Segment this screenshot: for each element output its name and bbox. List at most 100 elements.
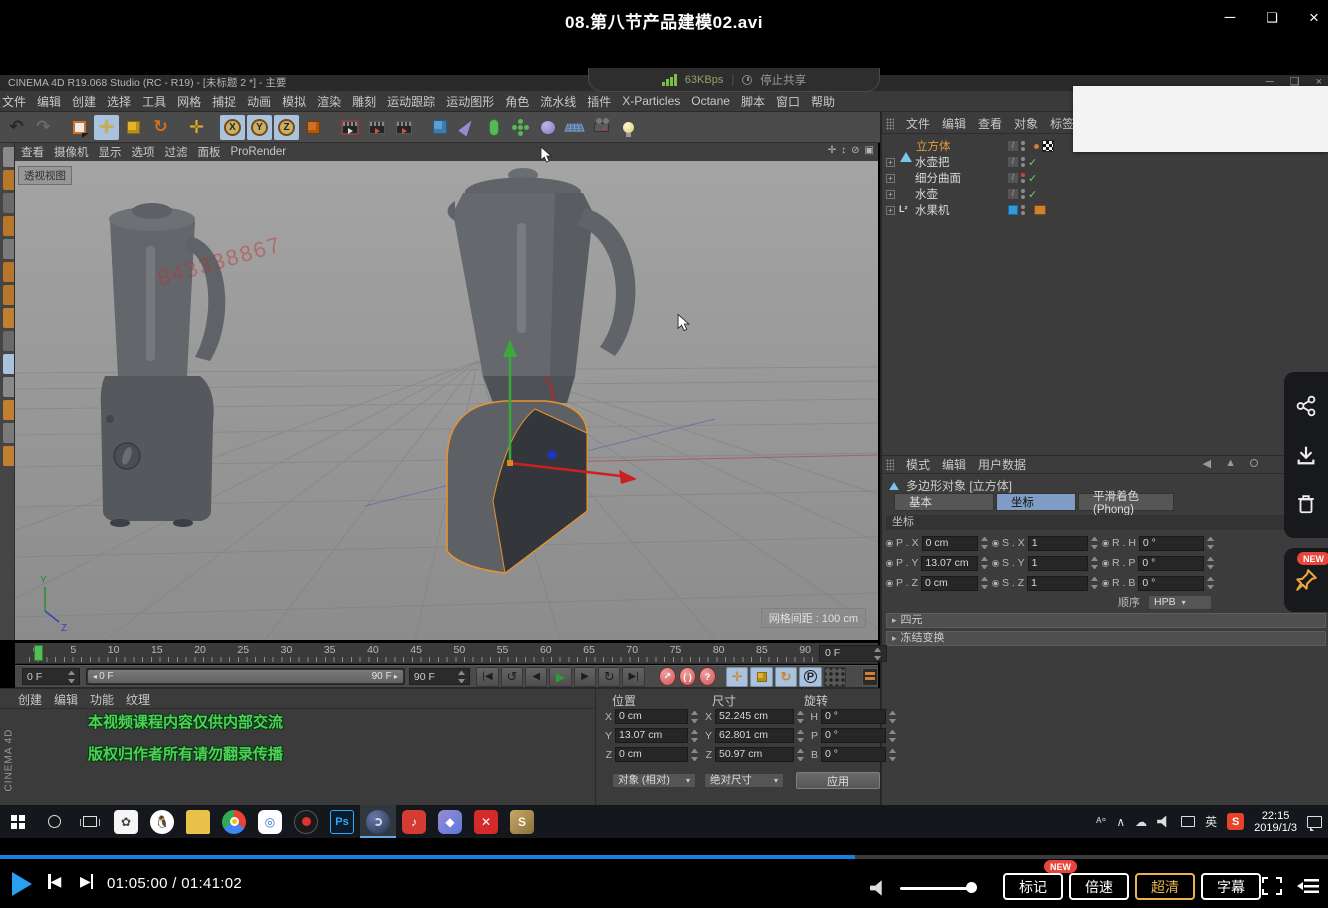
pin-icon[interactable]: [1293, 567, 1319, 593]
current-frame-field[interactable]: 0 F: [819, 645, 887, 662]
last-tool-icon[interactable]: ✛: [184, 115, 209, 140]
keyframe-help-icon[interactable]: ?: [699, 667, 716, 686]
hidden-icons-chevron[interactable]: ∧: [1116, 815, 1125, 829]
menu-item[interactable]: 窗口: [776, 93, 800, 110]
stepper-icon[interactable]: [1091, 577, 1098, 589]
app-360-icon[interactable]: ✿: [108, 805, 144, 838]
camera-icon[interactable]: [589, 115, 614, 140]
rotation-field[interactable]: P0 °: [808, 728, 896, 743]
key-position-icon[interactable]: ✛: [726, 667, 748, 687]
viewport-menu-item[interactable]: ProRender: [231, 146, 287, 158]
rotation-field[interactable]: H0 °: [808, 709, 896, 724]
app-qq-icon[interactable]: 🐧: [144, 805, 180, 838]
quality-button[interactable]: 超清: [1135, 873, 1195, 900]
tab-phong[interactable]: 平滑着色(Phong): [1078, 493, 1174, 511]
size-field[interactable]: Y62.801 cm: [702, 728, 804, 743]
menu-item[interactable]: 帮助: [811, 93, 835, 110]
object-row-handle[interactable]: + 水壶把 /✓: [882, 154, 1328, 170]
app-meeting-icon[interactable]: ◎: [252, 805, 288, 838]
rotate-tool-icon[interactable]: ↻: [148, 115, 173, 140]
menu-item[interactable]: 文件: [2, 93, 26, 110]
play-button[interactable]: [12, 872, 32, 896]
om-menu-edit[interactable]: 编辑: [942, 115, 966, 132]
keyframe-radio-icon[interactable]: [1102, 580, 1109, 587]
keyframe-radio-icon[interactable]: [992, 580, 999, 587]
render-picture-viewer-icon[interactable]: [364, 115, 389, 140]
stepper-icon[interactable]: [981, 537, 988, 549]
previous-video-button[interactable]: ◀: [48, 874, 61, 889]
expander-icon[interactable]: +: [886, 158, 895, 167]
play-backward-icon[interactable]: ↺: [501, 667, 523, 687]
order-dropdown[interactable]: HPB▾: [1148, 595, 1212, 610]
position-mode-dropdown[interactable]: 对象 (相对)▾: [612, 773, 696, 788]
display-tag-icon[interactable]: [1034, 205, 1046, 215]
netease-music-icon[interactable]: ♪: [396, 805, 432, 838]
cloud-icon[interactable]: ☁: [1135, 815, 1147, 829]
menu-item[interactable]: 雕刻: [352, 93, 376, 110]
coordinates-section-header[interactable]: 坐标: [886, 515, 1326, 530]
viewport-corner-icons[interactable]: ✛↕⊘▣: [828, 145, 874, 156]
timeline-window-icon[interactable]: [862, 668, 878, 686]
close-icon[interactable]: ×: [1302, 6, 1326, 30]
mute-button[interactable]: [870, 880, 888, 896]
am-menu-userdata[interactable]: 用户数据: [978, 456, 1026, 473]
stepper-icon[interactable]: [874, 648, 881, 660]
menu-item[interactable]: 创建: [72, 93, 96, 110]
cinema4d-taskbar-icon[interactable]: [360, 805, 396, 838]
menu-item[interactable]: 角色: [505, 93, 529, 110]
autokey-icon[interactable]: ( ): [679, 667, 696, 686]
enable-check-icon[interactable]: ✓: [1028, 172, 1037, 185]
move-tool-icon[interactable]: ✛: [94, 115, 119, 140]
om-menu-view[interactable]: 查看: [978, 115, 1002, 132]
redo-icon[interactable]: ↷: [31, 115, 56, 140]
material-menu-item[interactable]: 创建: [18, 691, 42, 708]
trash-icon[interactable]: [1295, 493, 1317, 515]
object-row-juicer[interactable]: + L² 水果机: [882, 202, 1328, 218]
app-purple-icon[interactable]: ◆: [432, 805, 468, 838]
keyframe-radio-icon[interactable]: [1102, 540, 1109, 547]
visibility-toggle[interactable]: /: [1008, 157, 1018, 167]
viewport-menu-item[interactable]: 摄像机: [54, 144, 89, 160]
frame-spinner[interactable]: 0 F: [22, 668, 80, 685]
key-rotation-icon[interactable]: ↻: [775, 667, 797, 687]
menu-item[interactable]: Octane: [691, 94, 730, 108]
object-row-kettle[interactable]: + 水壶 /✓: [882, 186, 1328, 202]
app-gold-s-icon[interactable]: S: [504, 805, 540, 838]
keyframe-selection-icon[interactable]: [824, 667, 846, 687]
keyframe-radio-icon[interactable]: [1102, 560, 1109, 567]
end-frame-spinner[interactable]: 90 F: [409, 668, 470, 685]
key-scale-icon[interactable]: [750, 667, 772, 687]
fold-section-freeze[interactable]: ▸冻结变换: [886, 631, 1326, 646]
goto-start-icon[interactable]: |◀: [476, 667, 498, 687]
coordinate-field[interactable]: P . Y 13.07 cm: [886, 553, 988, 573]
tag-dot-icon[interactable]: [1034, 144, 1039, 149]
grip-icon[interactable]: [886, 118, 894, 130]
viewport-menu-item[interactable]: 过滤: [165, 144, 188, 160]
frame-range-slider[interactable]: ◂ 0 F 90 F ▸: [86, 668, 405, 685]
om-menu-tag[interactable]: 标签: [1050, 115, 1074, 132]
menu-item[interactable]: 运动跟踪: [387, 93, 435, 110]
ime-indicator[interactable]: 英: [1205, 813, 1217, 830]
menu-item[interactable]: 网格: [177, 93, 201, 110]
viewport-menu-item[interactable]: 显示: [99, 144, 122, 160]
volume-slider[interactable]: [900, 887, 972, 890]
stepper-icon[interactable]: [1091, 537, 1098, 549]
size-field[interactable]: X52.245 cm: [702, 709, 804, 724]
previous-frame-icon[interactable]: ◀: [525, 667, 547, 687]
menu-item[interactable]: 捕捉: [212, 93, 236, 110]
scale-tool-icon[interactable]: [121, 115, 146, 140]
om-menu-object[interactable]: 对象: [1014, 115, 1038, 132]
menu-item[interactable]: 模拟: [282, 93, 306, 110]
position-field[interactable]: X0 cm: [602, 709, 698, 724]
share-icon[interactable]: [1295, 395, 1317, 417]
coordinate-field[interactable]: S . X 1: [992, 533, 1098, 553]
app-red-x-icon[interactable]: ✕: [468, 805, 504, 838]
cortana-icon[interactable]: [36, 805, 72, 838]
enable-check-icon[interactable]: ✓: [1028, 188, 1037, 201]
coordinate-field[interactable]: S . Y 1: [992, 553, 1098, 573]
viewport-menu-item[interactable]: 选项: [132, 144, 155, 160]
generator-icon[interactable]: [481, 115, 506, 140]
undo-icon[interactable]: ↶: [4, 115, 29, 140]
texture-tag-icon[interactable]: [1042, 140, 1054, 152]
size-field[interactable]: Z50.97 cm: [702, 747, 804, 762]
